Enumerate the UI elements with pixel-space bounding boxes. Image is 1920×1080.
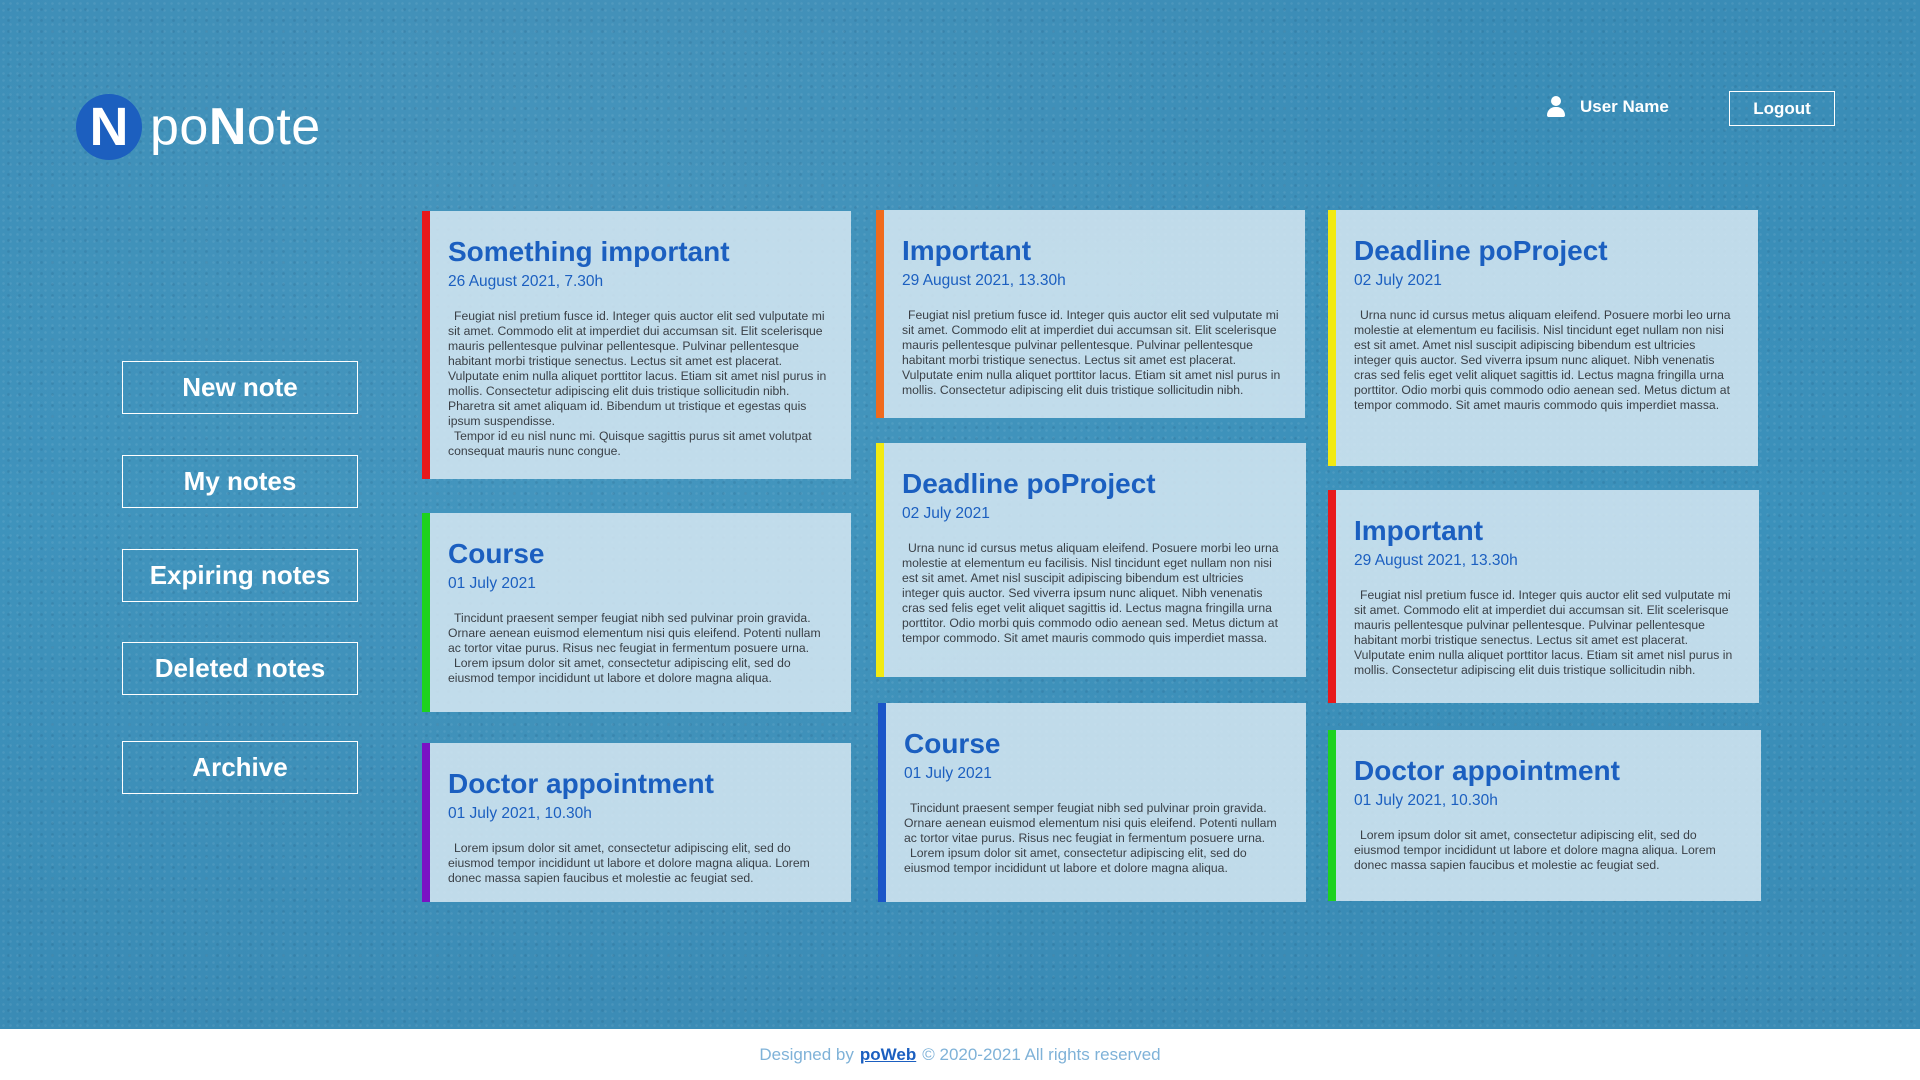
note-body: Lorem ipsum dolor sit amet, consectetur …	[1354, 828, 1739, 873]
note-card[interactable]: Doctor appointment 01 July 2021, 10.30h …	[422, 743, 851, 902]
note-paragraph: Lorem ipsum dolor sit amet, consectetur …	[448, 841, 810, 885]
note-body: Urna nunc id cursus metus aliquam eleife…	[1354, 308, 1736, 413]
note-title: Important	[902, 235, 1032, 266]
deleted-notes-button[interactable]: Deleted notes	[122, 642, 358, 695]
note-date: 01 July 2021, 10.30h	[448, 805, 592, 822]
note-paragraph: Lorem ipsum dolor sit amet, consectetur …	[904, 846, 1247, 875]
note-paragraph: Urna nunc id cursus metus aliquam eleife…	[1354, 308, 1731, 412]
note-title: Course	[448, 538, 545, 569]
note-paragraph: Feugiat nisl pretium fusce id. Integer q…	[448, 309, 827, 428]
note-paragraph: Feugiat nisl pretium fusce id. Integer q…	[1354, 588, 1733, 677]
note-date: 01 July 2021	[448, 575, 536, 592]
note-paragraph: Feugiat nisl pretium fusce id. Integer q…	[902, 308, 1281, 397]
note-paragraph: Urna nunc id cursus metus aliquam eleife…	[902, 541, 1279, 645]
user-name: User Name	[1580, 97, 1669, 116]
logo-text-pre: po	[150, 98, 209, 156]
footer-copyright: © 2020-2021 All rights reserved	[922, 1044, 1161, 1064]
note-body: Feugiat nisl pretium fusce id. Integer q…	[902, 308, 1283, 398]
note-color-bar	[422, 743, 430, 902]
my-notes-button[interactable]: My notes	[122, 455, 358, 508]
note-color-bar	[422, 211, 430, 479]
note-title: Doctor appointment	[448, 768, 714, 799]
user-icon	[1546, 96, 1566, 118]
note-body: Tincidunt praesent semper feugiat nibh s…	[904, 801, 1284, 876]
note-paragraph: Lorem ipsum dolor sit amet, consectetur …	[448, 656, 791, 685]
new-note-button[interactable]: New note	[122, 361, 358, 414]
archive-button[interactable]: Archive	[122, 741, 358, 794]
note-body: Lorem ipsum dolor sit amet, consectetur …	[448, 841, 829, 886]
note-color-bar	[1328, 730, 1336, 901]
footer: Designed by poWeb © 2020-2021 All rights…	[0, 1029, 1920, 1080]
note-card[interactable]: Important 29 August 2021, 13.30h Feugiat…	[876, 210, 1305, 418]
note-card[interactable]: Deadline poProject 02 July 2021 Urna nun…	[876, 443, 1306, 677]
note-date: 29 August 2021, 13.30h	[902, 272, 1066, 289]
note-title: Doctor appointment	[1354, 755, 1620, 786]
note-paragraph: Lorem ipsum dolor sit amet, consectetur …	[1354, 828, 1716, 872]
note-color-bar	[876, 443, 884, 677]
note-body: Feugiat nisl pretium fusce id. Integer q…	[1354, 588, 1737, 678]
note-card[interactable]: Doctor appointment 01 July 2021, 10.30h …	[1328, 730, 1761, 901]
note-date: 02 July 2021	[902, 505, 990, 522]
note-color-bar	[878, 703, 886, 902]
note-title: Something important	[448, 236, 730, 267]
note-card[interactable]: Course 01 July 2021 Tincidunt praesent s…	[878, 703, 1306, 902]
user-menu[interactable]: User Name	[1546, 96, 1669, 118]
note-date: 29 August 2021, 13.30h	[1354, 552, 1518, 569]
note-color-bar	[1328, 490, 1336, 703]
logo-mark-icon: N	[76, 94, 142, 160]
expiring-notes-button[interactable]: Expiring notes	[122, 549, 358, 602]
note-title: Course	[904, 728, 1001, 759]
note-date: 01 July 2021	[904, 765, 992, 782]
note-date: 01 July 2021, 10.30h	[1354, 792, 1498, 809]
note-body: Feugiat nisl pretium fusce id. Integer q…	[448, 309, 829, 459]
note-paragraph: Tincidunt praesent semper feugiat nibh s…	[904, 801, 1277, 845]
note-date: 26 August 2021, 7.30h	[448, 273, 604, 290]
note-body: Urna nunc id cursus metus aliquam eleife…	[902, 541, 1284, 646]
note-title: Deadline poProject	[1354, 235, 1608, 266]
note-card[interactable]: Important 29 August 2021, 13.30h Feugiat…	[1328, 490, 1759, 703]
note-color-bar	[876, 210, 884, 418]
logo-text-bold: N	[208, 98, 247, 156]
note-card[interactable]: Course 01 July 2021 Tincidunt praesent s…	[422, 513, 851, 712]
note-card[interactable]: Something important 26 August 2021, 7.30…	[422, 211, 851, 479]
note-title: Deadline poProject	[902, 468, 1156, 499]
note-title: Important	[1354, 515, 1484, 546]
note-paragraph: Tempor id eu nisl nunc mi. Quisque sagit…	[448, 429, 812, 458]
note-card[interactable]: Deadline poProject 02 July 2021 Urna nun…	[1328, 210, 1758, 466]
note-body: Tincidunt praesent semper feugiat nibh s…	[448, 611, 829, 686]
note-color-bar	[422, 513, 430, 712]
note-paragraph: Tincidunt praesent semper feugiat nibh s…	[448, 611, 821, 655]
logo-text-post: ote	[246, 98, 321, 156]
note-date: 02 July 2021	[1354, 272, 1442, 289]
note-color-bar	[1328, 210, 1336, 466]
logo-text: poNote	[150, 97, 321, 157]
footer-poweb-link[interactable]: poWeb	[860, 1045, 916, 1065]
footer-prefix: Designed by	[759, 1044, 854, 1064]
logout-button[interactable]: Logout	[1729, 91, 1835, 126]
logo[interactable]: N poNote	[76, 94, 321, 160]
